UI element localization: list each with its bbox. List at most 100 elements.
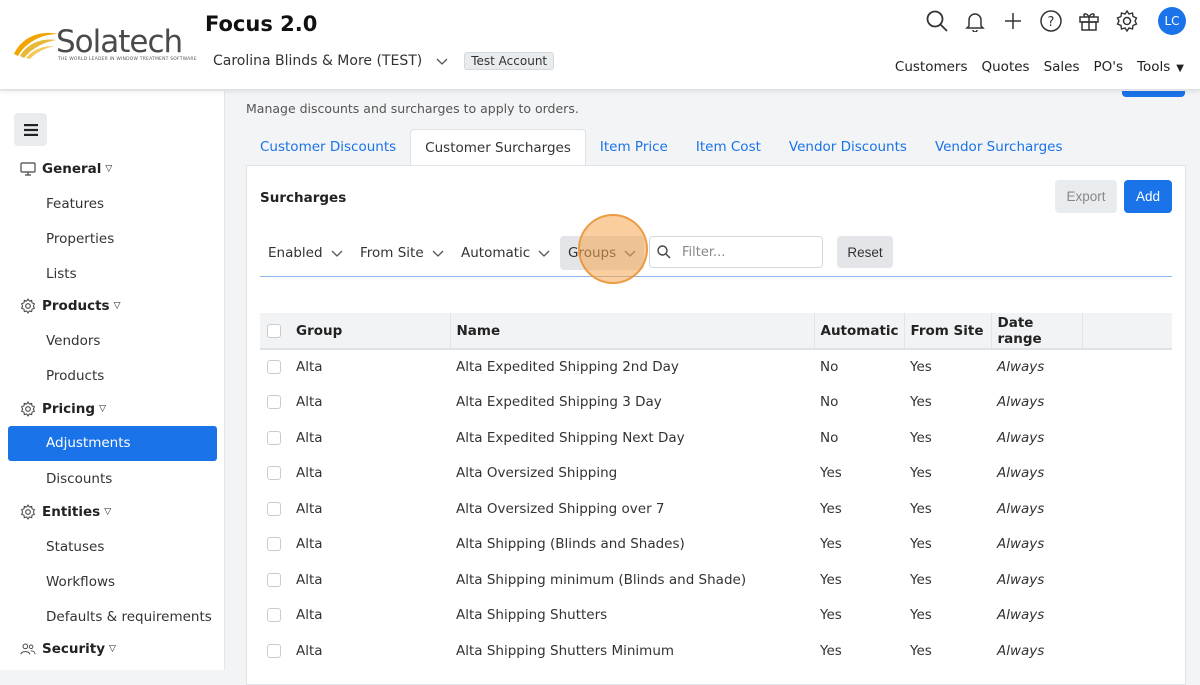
cell-name: Alta Expedited Shipping 2nd Day xyxy=(456,359,679,376)
cell-group: Alta xyxy=(296,571,323,588)
tab-item-cost[interactable]: Item Cost xyxy=(682,129,775,166)
surcharges-table: Group Name Automatic From Site Date rang… xyxy=(260,313,1172,669)
nav-quotes[interactable]: Quotes xyxy=(982,59,1030,75)
tab-vendor-discounts[interactable]: Vendor Discounts xyxy=(775,129,921,166)
table-row[interactable]: Alta Alta Expedited Shipping Next Day No Ye… xyxy=(260,420,1172,456)
tab-customer-discounts[interactable]: Customer Discounts xyxy=(246,129,410,166)
sidebar-item-vendors[interactable]: Vendors xyxy=(46,333,100,349)
sidebar-section-general[interactable]: General ▽ xyxy=(20,161,112,177)
sidebar-section-products[interactable]: Products ▽ xyxy=(20,298,121,314)
row-checkbox[interactable] xyxy=(267,430,281,445)
menu-toggle-button[interactable] xyxy=(14,113,47,146)
row-checkbox-cell xyxy=(260,562,290,598)
nav-sales[interactable]: Sales xyxy=(1044,59,1080,75)
table-row[interactable]: Alta Alta Expedited Shipping 3 Day No Yes Al… xyxy=(260,385,1172,421)
export-button[interactable]: Export xyxy=(1055,180,1117,213)
filter-input[interactable] xyxy=(682,244,812,260)
cell-automatic: No xyxy=(820,429,839,446)
select-all-checkbox[interactable] xyxy=(267,323,281,338)
filter-automatic-dropdown[interactable]: Automatic xyxy=(461,236,550,270)
app-header: Solatech THE WORLD LEADER IN WINDOW TREA… xyxy=(0,0,1200,90)
sidebar-item-lists[interactable]: Lists xyxy=(46,266,77,282)
sidebar-section-pricing[interactable]: Pricing ▽ xyxy=(20,401,106,417)
table-row[interactable]: Alta Alta Oversized Shipping Yes Yes Always xyxy=(260,456,1172,492)
page-action-button[interactable] xyxy=(1122,91,1185,97)
sidebar: General ▽ Features Properties Lists Produ… xyxy=(0,91,225,670)
row-checkbox[interactable] xyxy=(267,572,281,587)
tab-item-price[interactable]: Item Price xyxy=(586,129,682,166)
user-avatar[interactable]: LC xyxy=(1158,7,1186,35)
nav-tools-label: Tools xyxy=(1137,59,1171,75)
col-date-range[interactable]: Date range xyxy=(991,313,1083,350)
cell-from-site: Yes xyxy=(910,394,932,411)
row-checkbox-cell xyxy=(260,527,290,563)
cell-automatic: Yes xyxy=(820,607,842,624)
sidebar-item-adjustments[interactable]: Adjustments xyxy=(8,426,217,461)
sidebar-section-entities[interactable]: Entities ▽ xyxy=(20,504,111,520)
sidebar-section-security[interactable]: Security ▽ xyxy=(20,641,116,657)
gear-icon xyxy=(20,401,36,417)
row-checkbox[interactable] xyxy=(267,537,281,552)
filter-groups-dropdown[interactable]: Groups xyxy=(560,236,645,270)
cell-name: Alta Oversized Shipping xyxy=(456,465,618,482)
cell-automatic: No xyxy=(820,359,839,376)
filter-from-site-dropdown[interactable]: From Site xyxy=(360,236,444,270)
table-header-row: Group Name Automatic From Site Date rang… xyxy=(260,313,1172,350)
table-row[interactable]: Alta Alta Shipping minimum (Blinds and Sh… xyxy=(260,562,1172,598)
row-checkbox[interactable] xyxy=(267,360,281,375)
tab-vendor-surcharges[interactable]: Vendor Surcharges xyxy=(921,129,1077,166)
account-selector[interactable]: Carolina Blinds & More (TEST) Test Accou… xyxy=(213,52,555,70)
nav-customers[interactable]: Customers xyxy=(895,59,968,75)
row-checkbox[interactable] xyxy=(267,466,281,481)
row-checkbox[interactable] xyxy=(267,501,281,516)
gear-icon[interactable] xyxy=(1114,8,1140,34)
col-automatic[interactable]: Automatic xyxy=(814,313,905,350)
reset-button[interactable]: Reset xyxy=(837,236,893,268)
cell-spacer xyxy=(1082,349,1172,385)
add-button[interactable]: Add xyxy=(1124,180,1172,213)
cell-automatic: No xyxy=(820,394,839,411)
table-row[interactable]: Alta Alta Oversized Shipping over 7 Yes Yes… xyxy=(260,491,1172,527)
app-title: Focus 2.0 xyxy=(205,12,318,36)
sidebar-section-label: Entities xyxy=(42,504,101,520)
main-content: Manage discounts and surcharges to apply… xyxy=(225,91,1200,685)
cell-group: Alta xyxy=(296,536,323,553)
bell-icon[interactable] xyxy=(962,8,988,34)
sidebar-item-products[interactable]: Products xyxy=(46,368,104,384)
sidebar-item-features[interactable]: Features xyxy=(46,196,104,212)
sidebar-item-statuses[interactable]: Statuses xyxy=(46,539,104,555)
cell-date-range: Always xyxy=(997,429,1045,446)
cell-group: Alta xyxy=(296,607,323,624)
table-row[interactable]: Alta Alta Shipping Shutters Yes Yes Always xyxy=(260,598,1172,634)
table-row[interactable]: Alta Alta Shipping (Blinds and Shades) Yes… xyxy=(260,527,1172,563)
cell-date-range: Always xyxy=(997,500,1045,517)
gift-icon[interactable] xyxy=(1076,8,1102,34)
filter-enabled-dropdown[interactable]: Enabled xyxy=(268,236,343,270)
cell-name: Alta Shipping minimum (Blinds and Shade) xyxy=(456,571,747,588)
solatech-logo[interactable]: Solatech THE WORLD LEADER IN WINDOW TREA… xyxy=(12,24,197,68)
sidebar-item-defaults[interactable]: Defaults & requirements xyxy=(46,609,212,625)
sidebar-item-workflows[interactable]: Workflows xyxy=(46,574,115,590)
svg-text:?: ? xyxy=(1048,15,1055,30)
col-name[interactable]: Name xyxy=(450,313,815,350)
row-checkbox[interactable] xyxy=(267,395,281,410)
row-checkbox-cell xyxy=(260,349,290,385)
sidebar-item-discounts[interactable]: Discounts xyxy=(46,471,112,487)
col-from-site[interactable]: From Site xyxy=(904,313,992,350)
tab-customer-surcharges[interactable]: Customer Surcharges xyxy=(410,129,586,166)
cell-date-range: Always xyxy=(997,642,1045,659)
cell-name: Alta Oversized Shipping over 7 xyxy=(456,500,665,517)
table-row[interactable]: Alta Alta Shipping Shutters Minimum Yes Yes… xyxy=(260,633,1172,669)
plus-icon[interactable] xyxy=(1000,8,1026,34)
sidebar-item-properties[interactable]: Properties xyxy=(46,231,114,247)
nav-tools[interactable]: Tools ▼ xyxy=(1137,59,1184,75)
search-icon[interactable] xyxy=(924,8,950,34)
help-icon[interactable]: ? xyxy=(1038,8,1064,34)
col-group[interactable]: Group xyxy=(290,313,451,350)
table-row[interactable]: Alta Alta Expedited Shipping 2nd Day No Yes… xyxy=(260,349,1172,385)
filter-label: Groups xyxy=(568,245,617,261)
gear-icon xyxy=(20,298,36,314)
nav-pos[interactable]: PO's xyxy=(1094,59,1124,75)
row-checkbox[interactable] xyxy=(267,643,281,658)
row-checkbox[interactable] xyxy=(267,608,281,623)
